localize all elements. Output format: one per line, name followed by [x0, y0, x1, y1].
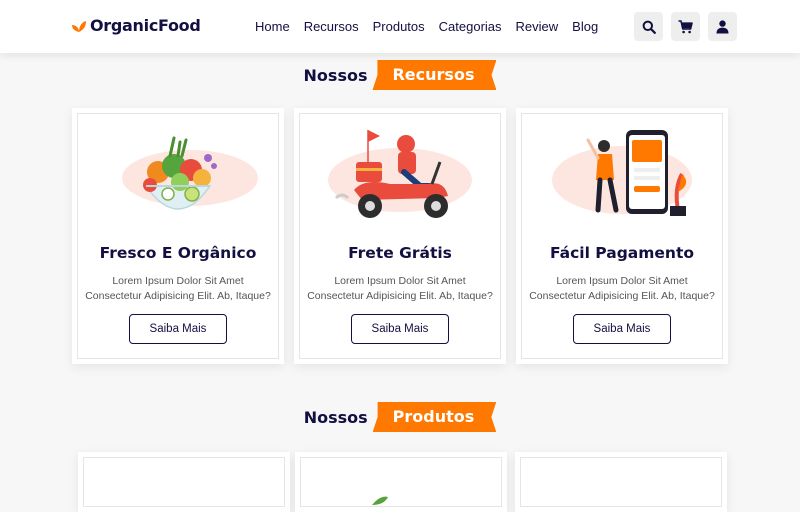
card-description: Lorem Ipsum Dolor Sit Amet Consectetur Ad…	[307, 275, 493, 302]
products-heading: Nossos Produtos	[0, 402, 800, 432]
product-card[interactable]	[295, 452, 507, 512]
user-button[interactable]	[708, 12, 737, 41]
learn-more-button[interactable]: Saiba Mais	[129, 314, 227, 344]
product-leaf-icon	[372, 496, 388, 505]
products-heading-highlight: Produtos	[372, 402, 497, 432]
card-title: Fácil Pagamento	[549, 244, 695, 262]
header-icons	[634, 12, 737, 41]
product-card[interactable]	[515, 452, 727, 512]
feature-card-fresh: Fresco E Orgânico Lorem Ipsum Dolor Sit …	[72, 108, 284, 364]
logo-text: OrganicFood	[90, 16, 201, 35]
card-description: Lorem Ipsum Dolor Sit Amet Consectetur Ad…	[529, 275, 715, 302]
product-card[interactable]	[78, 452, 290, 512]
features-heading: Nossos Recursos	[0, 60, 800, 90]
cart-icon	[678, 19, 693, 33]
products-heading-prefix: Nossos	[303, 407, 368, 427]
search-icon	[642, 20, 656, 34]
feature-card-shipping: Frete Grátis Lorem Ipsum Dolor Sit Amet C…	[294, 108, 506, 364]
user-icon	[716, 19, 729, 33]
nav-item-produtos[interactable]: Produtos	[373, 19, 425, 34]
leaf-icon	[72, 20, 86, 32]
salad-bowl-illustration	[122, 136, 258, 210]
card-title: Frete Grátis	[348, 244, 452, 262]
search-button[interactable]	[634, 12, 663, 41]
learn-more-button[interactable]: Saiba Mais	[351, 314, 449, 344]
mobile-payment-illustration	[552, 130, 692, 216]
card-description: Lorem Ipsum Dolor Sit Amet Consectetur Ad…	[85, 275, 271, 302]
features-heading-prefix: Nossos	[303, 65, 368, 85]
nav-item-blog[interactable]: Blog	[572, 19, 598, 34]
features-heading-highlight: Recursos	[372, 60, 497, 90]
feature-card-payment: Fácil Pagamento Lorem Ipsum Dolor Sit Am…	[516, 108, 728, 364]
delivery-scooter-illustration	[328, 130, 472, 218]
learn-more-button[interactable]: Saiba Mais	[573, 314, 671, 344]
main-nav: Home Recursos Produtos Categorias Review…	[255, 19, 598, 34]
nav-item-categorias[interactable]: Categorias	[439, 19, 502, 34]
card-title: Fresco E Orgânico	[99, 244, 257, 262]
nav-item-home[interactable]: Home	[255, 19, 290, 34]
nav-item-recursos[interactable]: Recursos	[304, 19, 359, 34]
logo[interactable]: OrganicFood	[71, 16, 201, 35]
site-header: OrganicFood Home Recursos Produtos Categ…	[0, 0, 800, 53]
nav-item-review[interactable]: Review	[516, 19, 559, 34]
cart-button[interactable]	[671, 12, 700, 41]
